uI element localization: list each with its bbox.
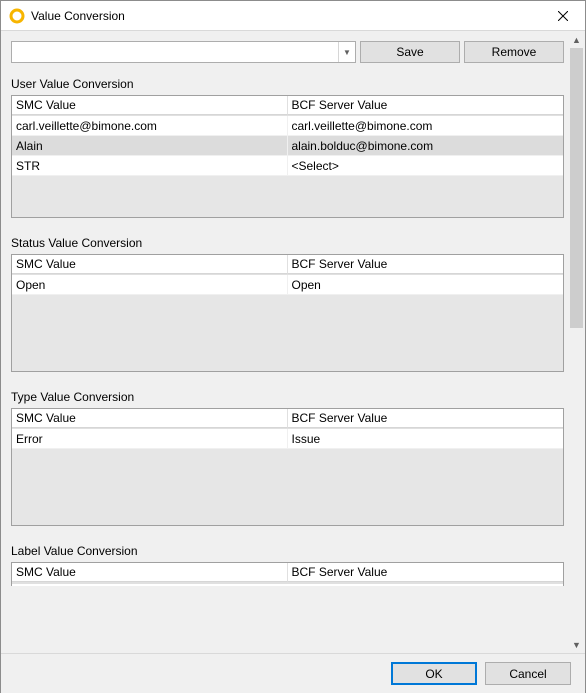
scroll-content: ▼ Save Remove User Value Conversion SMC … xyxy=(1,31,568,653)
cancel-button-label: Cancel xyxy=(509,667,546,681)
grid-user[interactable]: SMC Value BCF Server Value carl.veillett… xyxy=(11,95,564,218)
grid-cutoff xyxy=(12,583,563,586)
section-status-title: Status Value Conversion xyxy=(11,236,564,250)
app-icon xyxy=(9,8,25,24)
save-button-label: Save xyxy=(396,45,423,59)
table-row[interactable]: Error Issue xyxy=(12,429,563,449)
cell-bcf[interactable]: Open xyxy=(288,275,564,294)
grid-empty-area xyxy=(12,176,563,217)
section-type-title: Type Value Conversion xyxy=(11,390,564,404)
cell-smc[interactable]: Alain xyxy=(12,136,288,155)
col-smc[interactable]: SMC Value xyxy=(12,409,288,428)
section-label: Label Value Conversion SMC Value BCF Ser… xyxy=(11,544,564,586)
window-title: Value Conversion xyxy=(31,9,540,23)
scroll-up-icon[interactable]: ▲ xyxy=(568,31,585,48)
grid-status[interactable]: SMC Value BCF Server Value Open Open xyxy=(11,254,564,372)
ok-button-label: OK xyxy=(425,667,442,681)
col-bcf[interactable]: BCF Server Value xyxy=(288,255,564,274)
preset-combo[interactable]: ▼ xyxy=(11,41,356,63)
ok-button[interactable]: OK xyxy=(391,662,477,685)
cell-smc[interactable]: Error xyxy=(12,429,288,448)
cell-bcf[interactable]: alain.bolduc@bimone.com xyxy=(288,136,564,155)
scroll-down-icon[interactable]: ▼ xyxy=(568,636,585,653)
cell-bcf[interactable]: Issue xyxy=(288,429,564,448)
top-toolbar: ▼ Save Remove xyxy=(11,41,564,63)
cell-bcf[interactable]: <Select> xyxy=(288,156,564,175)
section-user-title: User Value Conversion xyxy=(11,77,564,91)
table-row[interactable]: Open Open xyxy=(12,275,563,295)
save-button[interactable]: Save xyxy=(360,41,460,63)
scrollbar-track[interactable] xyxy=(568,48,585,636)
scrollbar-thumb[interactable] xyxy=(570,48,583,328)
client-area: ▼ Save Remove User Value Conversion SMC … xyxy=(1,31,585,653)
section-type: Type Value Conversion SMC Value BCF Serv… xyxy=(11,390,564,526)
col-bcf[interactable]: BCF Server Value xyxy=(288,563,564,582)
vertical-scrollbar[interactable]: ▲ ▼ xyxy=(568,31,585,653)
chevron-down-icon: ▼ xyxy=(338,42,355,62)
section-label-title: Label Value Conversion xyxy=(11,544,564,558)
section-user: User Value Conversion SMC Value BCF Serv… xyxy=(11,77,564,218)
cell-smc[interactable]: STR xyxy=(12,156,288,175)
table-row[interactable]: STR <Select> xyxy=(12,156,563,176)
dialog-footer: OK Cancel xyxy=(1,653,585,693)
col-bcf[interactable]: BCF Server Value xyxy=(288,409,564,428)
close-button[interactable] xyxy=(540,1,585,30)
cell-smc[interactable]: Open xyxy=(12,275,288,294)
grid-label[interactable]: SMC Value BCF Server Value xyxy=(11,562,564,586)
table-row[interactable]: carl.veillette@bimone.com carl.veillette… xyxy=(12,116,563,136)
col-bcf[interactable]: BCF Server Value xyxy=(288,96,564,115)
cell-bcf[interactable]: carl.veillette@bimone.com xyxy=(288,116,564,135)
grid-header: SMC Value BCF Server Value xyxy=(12,96,563,116)
remove-button[interactable]: Remove xyxy=(464,41,564,63)
table-row[interactable]: Alain alain.bolduc@bimone.com xyxy=(12,136,563,156)
cancel-button[interactable]: Cancel xyxy=(485,662,571,685)
titlebar: Value Conversion xyxy=(1,1,585,31)
section-status: Status Value Conversion SMC Value BCF Se… xyxy=(11,236,564,372)
remove-button-label: Remove xyxy=(492,45,537,59)
grid-header: SMC Value BCF Server Value xyxy=(12,563,563,583)
col-smc[interactable]: SMC Value xyxy=(12,563,288,582)
col-smc[interactable]: SMC Value xyxy=(12,255,288,274)
grid-type[interactable]: SMC Value BCF Server Value Error Issue xyxy=(11,408,564,526)
grid-empty-area xyxy=(12,449,563,525)
grid-header: SMC Value BCF Server Value xyxy=(12,409,563,429)
grid-empty-area xyxy=(12,295,563,371)
col-smc[interactable]: SMC Value xyxy=(12,96,288,115)
grid-header: SMC Value BCF Server Value xyxy=(12,255,563,275)
cell-smc[interactable]: carl.veillette@bimone.com xyxy=(12,116,288,135)
